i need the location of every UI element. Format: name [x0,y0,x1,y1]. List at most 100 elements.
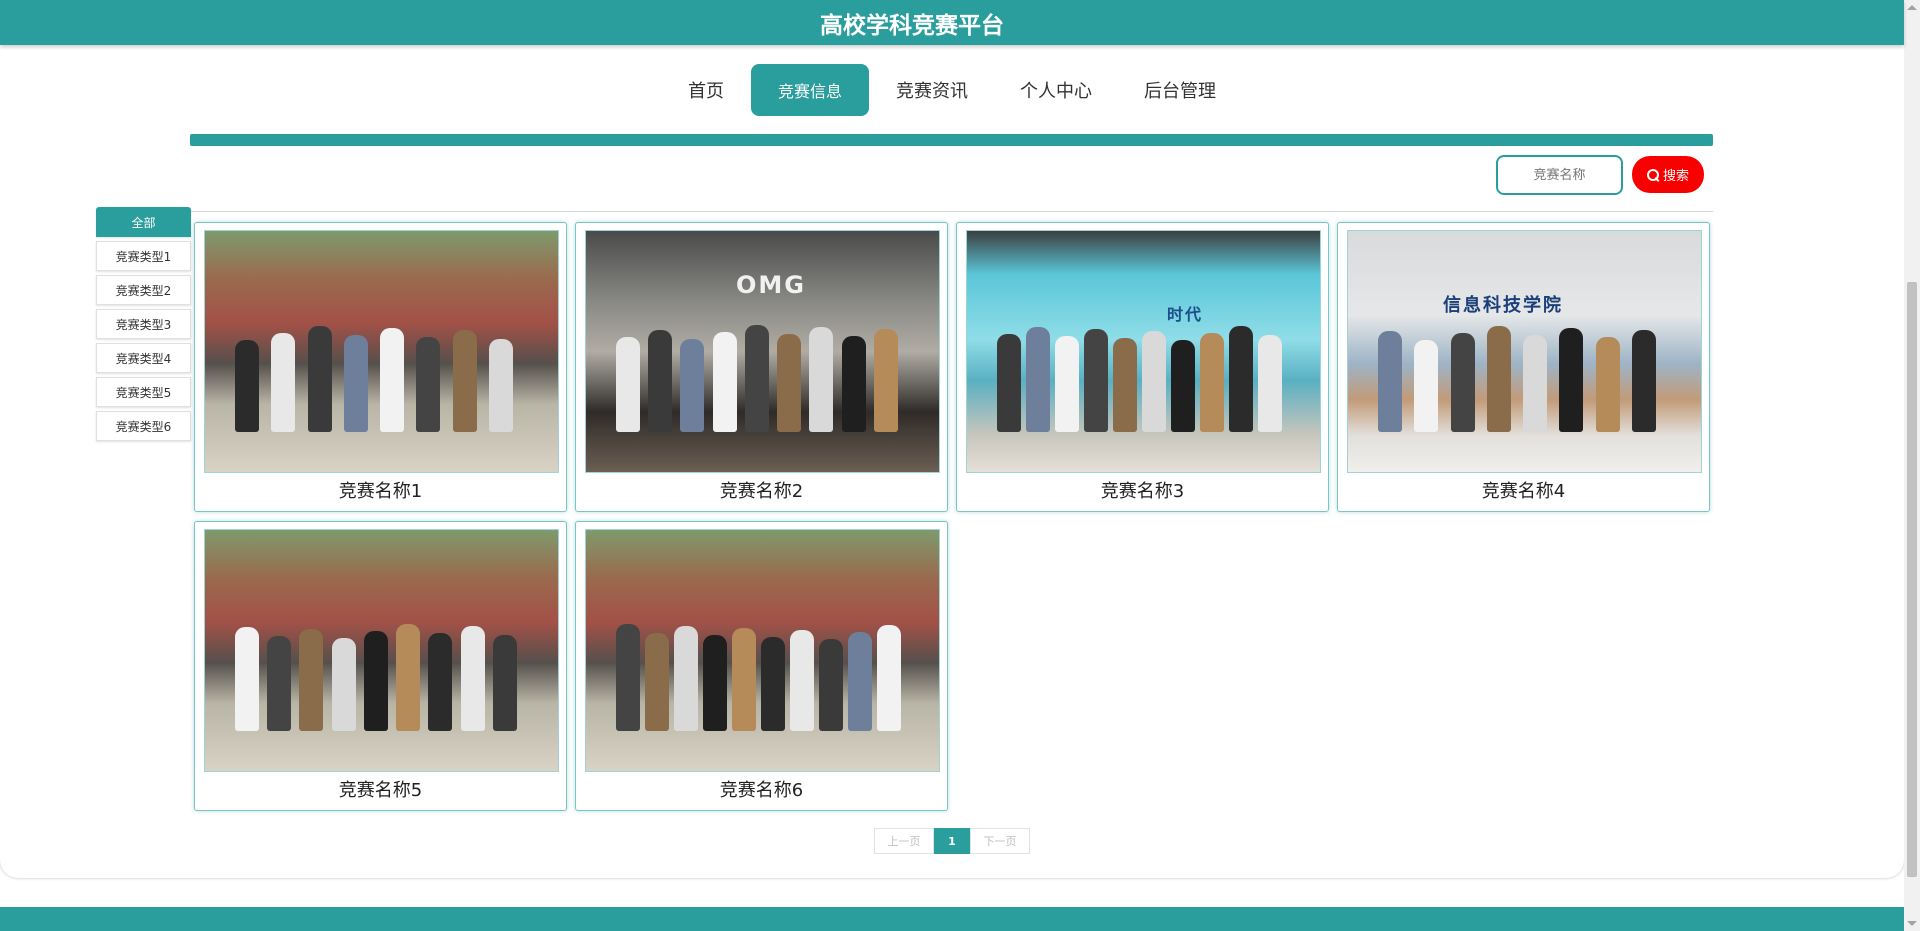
person-silhouette [680,339,705,432]
category-all[interactable]: 全部 [96,207,191,237]
competition-name: 竞赛名称2 [719,481,804,502]
category-type-5[interactable]: 竞赛类型5 [96,377,191,407]
person-silhouette [616,624,640,731]
competition-photo [204,529,559,772]
person-silhouette [819,639,843,731]
section-band [190,134,1713,146]
person-silhouette [1378,331,1402,432]
person-silhouette [1631,330,1656,432]
person-silhouette [841,336,866,432]
photo-sign-text: OMG [736,271,806,299]
competition-name: 竞赛名称3 [1100,481,1185,502]
person-silhouette [428,633,453,731]
nav-admin[interactable]: 后台管理 [1119,64,1241,116]
category-type-6[interactable]: 竞赛类型6 [96,411,191,441]
search-button[interactable]: 搜索 [1632,156,1704,193]
prev-page-button[interactable]: 上一页 [874,828,934,854]
divider [190,211,1713,212]
category-list: 全部 竞赛类型1 竞赛类型2 竞赛类型3 竞赛类型4 竞赛类型5 竞赛类型6 [96,207,191,445]
person-silhouette [416,337,441,432]
search-input[interactable] [1496,155,1623,195]
scroll-down-arrow-icon[interactable] [1907,921,1917,926]
person-silhouette [1450,333,1475,432]
person-silhouette [460,626,485,731]
competition-photo: 信息科技学院 [1347,230,1702,473]
competition-card[interactable]: OMG 竞赛名称2 [575,222,948,512]
category-type-1[interactable]: 竞赛类型1 [96,241,191,271]
category-type-4[interactable]: 竞赛类型4 [96,343,191,373]
nav-personal-center[interactable]: 个人中心 [995,64,1117,116]
search-icon [1646,168,1659,181]
person-silhouette [492,635,517,731]
competition-name: 竞赛名称4 [1481,481,1566,502]
header-bar: 高校学科竞赛平台 [0,0,1904,45]
person-silhouette [873,329,898,432]
person-silhouette [1142,331,1166,432]
person-silhouette [761,637,785,731]
site-title: 高校学科竞赛平台 [820,12,1004,39]
person-silhouette [452,330,477,432]
current-page-button[interactable]: 1 [934,828,970,854]
competition-photo [204,230,559,473]
competition-card[interactable]: 竞赛名称1 [194,222,567,512]
person-silhouette [616,337,640,432]
person-silhouette [1055,336,1079,432]
vertical-scrollbar[interactable] [1904,0,1920,931]
competition-card[interactable]: 竞赛名称6 [575,521,948,811]
person-silhouette [777,334,802,432]
person-silhouette [877,625,901,731]
person-silhouette [1523,335,1547,432]
person-silhouette [1113,338,1137,432]
person-silhouette [331,638,356,731]
person-silhouette [645,633,669,731]
competition-name: 竞赛名称1 [338,481,423,502]
person-silhouette [1084,329,1108,432]
pagination: 上一页 1 下一页 [874,828,1030,854]
competition-photo: 时代 [966,230,1321,473]
search-button-label: 搜索 [1662,168,1689,183]
people-silhouettes [586,621,939,731]
person-silhouette [1414,340,1439,432]
person-silhouette [732,628,756,731]
person-silhouette [1200,333,1224,432]
nav-competition-news[interactable]: 竞赛资讯 [871,64,993,116]
person-silhouette [1559,328,1584,432]
person-silhouette [648,330,673,432]
people-silhouettes [586,322,939,432]
person-silhouette [235,340,259,432]
person-silhouette [299,629,324,731]
nav-home[interactable]: 首页 [663,64,749,116]
person-silhouette [703,635,727,731]
person-silhouette [1486,326,1511,432]
person-silhouette [343,335,368,432]
person-silhouette [1258,335,1282,432]
person-silhouette [1026,327,1050,432]
scroll-thumb[interactable] [1907,282,1917,877]
photo-sign-text: 信息科技学院 [1443,295,1563,316]
person-silhouette [380,328,404,432]
next-page-button[interactable]: 下一页 [970,828,1030,854]
category-type-3[interactable]: 竞赛类型3 [96,309,191,339]
person-silhouette [674,626,698,731]
nav-competition-info[interactable]: 竞赛信息 [750,64,869,116]
person-silhouette [809,327,834,432]
person-silhouette [1595,337,1620,432]
category-type-2[interactable]: 竞赛类型2 [96,275,191,305]
people-silhouettes [967,322,1320,432]
competition-photo [585,529,940,772]
person-silhouette [271,333,296,432]
person-silhouette [363,631,388,731]
competition-card[interactable]: 信息科技学院 竞赛名称4 [1337,222,1710,512]
person-silhouette [848,632,872,731]
competition-photo: OMG [585,230,940,473]
person-silhouette [790,630,814,731]
person-silhouette [997,334,1021,432]
competition-card[interactable]: 时代 竞赛名称3 [956,222,1329,512]
competition-name: 竞赛名称5 [338,780,423,801]
people-silhouettes [1348,322,1701,432]
person-silhouette [396,624,421,731]
people-silhouettes [205,621,558,731]
scroll-up-arrow-icon[interactable] [1907,5,1917,10]
competition-card[interactable]: 竞赛名称5 [194,521,567,811]
footer-bar [0,907,1904,931]
